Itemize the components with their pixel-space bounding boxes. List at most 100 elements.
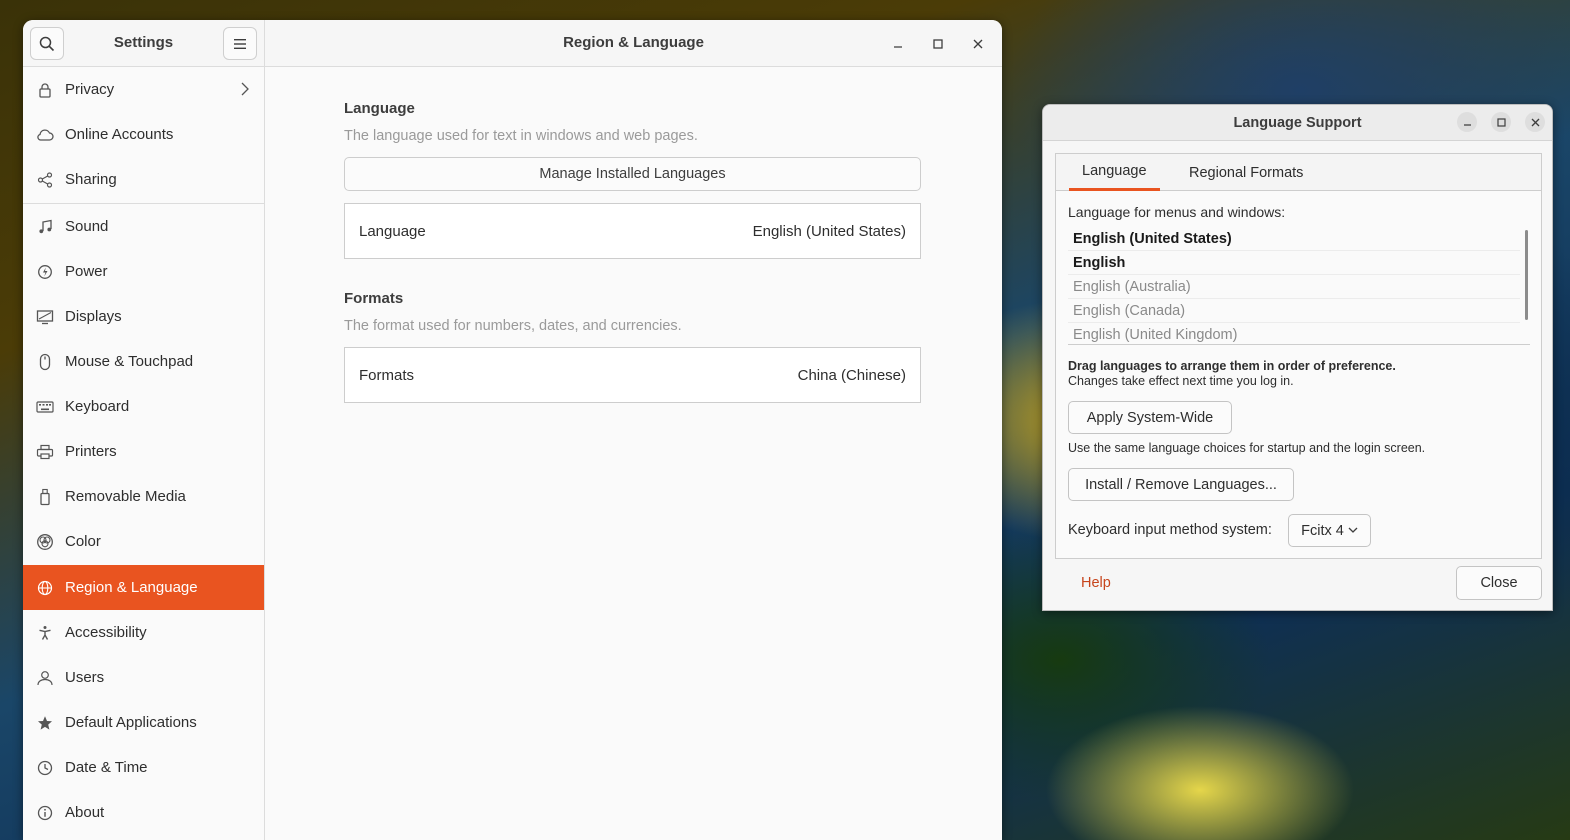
main-content: Language The language used for text in w… <box>265 67 1002 840</box>
sidebar-item-label: Accessibility <box>65 624 147 641</box>
clock-icon <box>35 758 55 778</box>
close-button[interactable] <box>967 33 989 55</box>
tab-language[interactable]: Language <box>1069 154 1160 191</box>
sidebar-item-online-accounts[interactable]: Online Accounts <box>23 112 264 157</box>
sidebar-item-power[interactable]: Power <box>23 249 264 294</box>
sidebar-item-label: Date & Time <box>65 759 148 776</box>
maximize-icon <box>933 39 943 49</box>
close-icon <box>1531 118 1540 127</box>
tab-regional-formats[interactable]: Regional Formats <box>1189 154 1303 191</box>
cloud-icon <box>35 125 55 145</box>
language-section-description: The language used for text in windows an… <box>344 128 698 144</box>
menu-button[interactable] <box>223 27 257 60</box>
sidebar-item-label: Default Applications <box>65 714 197 731</box>
chevron-right-icon <box>240 81 250 97</box>
language-support-notebook: Language Regional Formats Language for m… <box>1055 153 1542 559</box>
mouse-icon <box>35 352 55 372</box>
tab-bar: Language Regional Formats <box>1056 154 1541 191</box>
share-icon <box>35 170 55 190</box>
minimize-icon <box>1463 118 1472 127</box>
apply-note: Use the same language choices for startu… <box>1068 441 1426 455</box>
sidebar-item-label: Mouse & Touchpad <box>65 353 194 370</box>
globe-icon <box>35 578 55 598</box>
list-item[interactable]: English (Canada) <box>1068 299 1520 323</box>
sidebar-item-label: About <box>65 804 105 821</box>
star-icon <box>35 713 55 733</box>
formats-section-description: The format used for numbers, dates, and … <box>344 318 682 334</box>
ls-close-window-button[interactable] <box>1525 112 1545 132</box>
language-list-label: Language for menus and windows: <box>1068 204 1286 220</box>
sidebar-item-sound[interactable]: Sound <box>23 204 264 249</box>
keyboard-icon <box>35 397 55 417</box>
sidebar-item-privacy[interactable]: Privacy <box>23 67 264 112</box>
sidebar-item-label: Sound <box>65 218 109 235</box>
sidebar-item-removable-media[interactable]: Removable Media <box>23 474 264 519</box>
sidebar-item-label: Power <box>65 263 108 280</box>
language-section-title: Language <box>344 100 415 117</box>
minimize-button[interactable] <box>887 33 909 55</box>
sidebar-item-about[interactable]: About <box>23 790 264 835</box>
language-row[interactable]: Language English (United States) <box>344 203 921 259</box>
input-method-value: Fcitx 4 <box>1301 522 1344 539</box>
sidebar-item-label: Keyboard <box>65 398 130 415</box>
list-item[interactable]: English (Australia) <box>1068 275 1520 299</box>
sidebar: Privacy Online Accounts Sharing Sound Po… <box>23 67 265 840</box>
sidebar-item-label: Privacy <box>65 81 115 98</box>
sidebar-item-label: Users <box>65 669 105 686</box>
language-list[interactable]: English (United States) English English … <box>1068 227 1530 345</box>
maximize-icon <box>1496 117 1506 127</box>
list-item[interactable]: English (United States) <box>1068 227 1520 251</box>
sidebar-item-accessibility[interactable]: Accessibility <box>23 610 264 655</box>
sidebar-item-label: Removable Media <box>65 488 186 505</box>
close-icon <box>973 39 983 49</box>
apply-system-wide-button[interactable]: Apply System-Wide <box>1068 401 1232 434</box>
list-item[interactable]: English <box>1068 251 1520 275</box>
maximize-button[interactable] <box>927 33 949 55</box>
sidebar-item-label: Printers <box>65 443 117 460</box>
language-row-value: English (United States) <box>752 222 906 240</box>
formats-row-label: Formats <box>359 366 415 384</box>
sidebar-item-mouse-touchpad[interactable]: Mouse & Touchpad <box>23 339 264 384</box>
language-row-label: Language <box>359 222 426 240</box>
ls-minimize-button[interactable] <box>1457 112 1477 132</box>
sidebar-item-displays[interactable]: Displays <box>23 294 264 339</box>
settings-window: Settings Region & Language Privacy Onlin… <box>23 20 1002 840</box>
input-method-select[interactable]: Fcitx 4 <box>1288 514 1371 547</box>
formats-section-title: Formats <box>344 290 404 307</box>
list-item[interactable]: English (United Kingdom) <box>1068 323 1520 344</box>
sidebar-item-label: Online Accounts <box>65 126 174 143</box>
scrollbar[interactable] <box>1525 230 1528 320</box>
sidebar-item-label: Displays <box>65 308 122 325</box>
help-link[interactable]: Help <box>1081 575 1111 591</box>
sidebar-item-users[interactable]: Users <box>23 655 264 700</box>
close-dialog-button[interactable]: Close <box>1456 566 1542 600</box>
sidebar-header: Settings <box>23 20 265 67</box>
sidebar-item-printers[interactable]: Printers <box>23 429 264 474</box>
power-icon <box>35 262 55 282</box>
manage-installed-languages-button[interactable]: Manage Installed Languages <box>344 157 921 191</box>
sidebar-item-sharing[interactable]: Sharing <box>23 157 264 202</box>
drag-hint: Drag languages to arrange them in order … <box>1068 359 1396 373</box>
chevron-down-icon <box>1348 527 1358 534</box>
sidebar-item-default-applications[interactable]: Default Applications <box>23 700 264 745</box>
usb-drive-icon <box>35 487 55 507</box>
main-header: Region & Language <box>265 20 1002 67</box>
info-icon <box>35 803 55 823</box>
sidebar-item-region-language[interactable]: Region & Language <box>23 565 264 610</box>
minimize-icon <box>893 39 903 49</box>
formats-row[interactable]: Formats China (Chinese) <box>344 347 921 403</box>
language-support-titlebar: Language Support <box>1043 105 1552 141</box>
sidebar-item-date-time[interactable]: Date & Time <box>23 745 264 790</box>
ls-maximize-button[interactable] <box>1491 112 1511 132</box>
sidebar-item-color[interactable]: Color <box>23 519 264 564</box>
input-method-label: Keyboard input method system: <box>1068 522 1272 538</box>
sidebar-item-label: Color <box>65 533 101 550</box>
install-remove-languages-button[interactable]: Install / Remove Languages... <box>1068 468 1294 501</box>
sidebar-item-keyboard[interactable]: Keyboard <box>23 384 264 429</box>
accessibility-icon <box>35 623 55 643</box>
hamburger-menu-icon <box>233 38 247 50</box>
sidebar-item-label: Sharing <box>65 171 117 188</box>
formats-row-value: China (Chinese) <box>797 366 906 384</box>
language-support-window: Language Support Language Regional Forma… <box>1042 104 1553 611</box>
sidebar-item-label: Region & Language <box>65 579 198 596</box>
